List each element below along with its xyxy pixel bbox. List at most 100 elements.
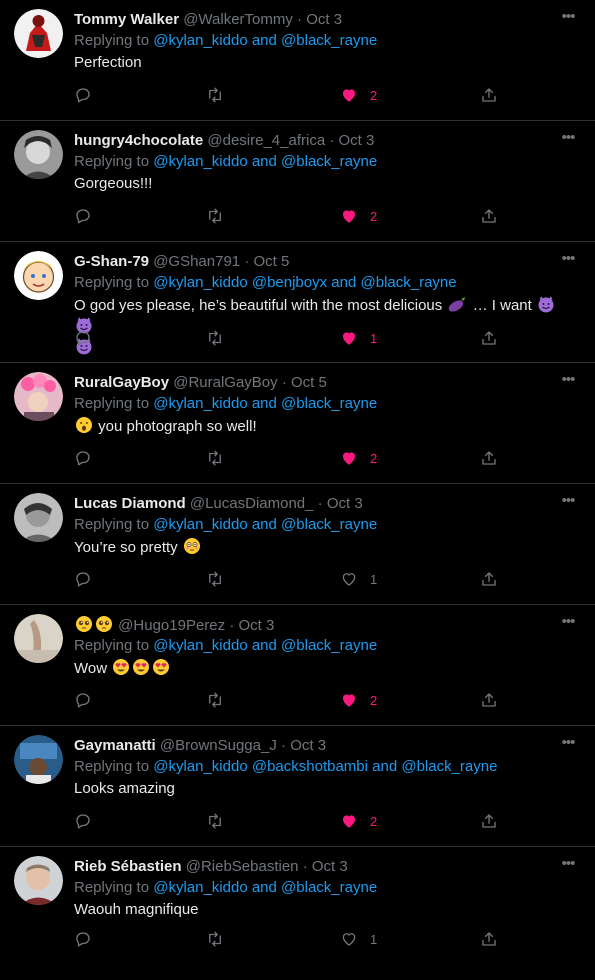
- display-name[interactable]: G-Shan-79: [74, 253, 149, 270]
- reply-tweet[interactable]: hungry4chocolate @desire_4_africa · Oct …: [0, 121, 595, 242]
- retweet-button[interactable]: [205, 448, 225, 468]
- timestamp[interactable]: Oct 3: [238, 617, 274, 634]
- mention-link[interactable]: @kylan_kiddo: [153, 758, 247, 775]
- avatar[interactable]: [14, 735, 63, 784]
- smiling-devil-icon: [538, 296, 554, 313]
- avatar[interactable]: [14, 251, 63, 300]
- reply-tweet[interactable]: RuralGayBoy @RuralGayBoy · Oct 5 ••• Rep…: [0, 363, 595, 484]
- mention-link[interactable]: @kylan_kiddo: [153, 32, 247, 49]
- share-button[interactable]: [480, 929, 498, 949]
- more-options-icon[interactable]: •••: [557, 855, 579, 875]
- avatar[interactable]: [14, 372, 63, 421]
- like-count: 1: [370, 571, 378, 587]
- username[interactable]: @WalkerTommy: [183, 11, 293, 28]
- username[interactable]: @RiebSebastien: [186, 858, 299, 875]
- more-options-icon[interactable]: •••: [557, 129, 579, 149]
- reply-button[interactable]: [74, 690, 92, 710]
- share-button[interactable]: [480, 206, 498, 226]
- retweet-button[interactable]: [205, 690, 225, 710]
- reply-tweet[interactable]: Gaymanatti @BrownSugga_J · Oct 3 ••• Rep…: [0, 726, 595, 847]
- reply-tweet[interactable]: G-Shan-79 @GShan791 · Oct 5 ••• Replying…: [0, 242, 595, 363]
- more-options-icon[interactable]: •••: [557, 613, 579, 633]
- display-name[interactable]: Tommy Walker: [74, 11, 179, 28]
- more-options-icon[interactable]: •••: [557, 734, 579, 754]
- like-button[interactable]: 2: [340, 206, 377, 226]
- display-name[interactable]: RuralGayBoy: [74, 374, 169, 391]
- like-button[interactable]: 2: [340, 811, 377, 831]
- reply-button[interactable]: [74, 206, 92, 226]
- avatar[interactable]: [14, 9, 63, 58]
- display-name[interactable]: hungry4chocolate: [74, 132, 203, 149]
- share-button[interactable]: [480, 811, 498, 831]
- avatar[interactable]: [14, 856, 63, 905]
- retweet-button[interactable]: [205, 206, 225, 226]
- like-button[interactable]: 1: [340, 328, 377, 348]
- timestamp[interactable]: Oct 3: [327, 495, 363, 512]
- reply-button[interactable]: [74, 328, 92, 348]
- tweet-header: Tommy Walker @WalkerTommy · Oct 3: [74, 10, 555, 30]
- reply-button[interactable]: [74, 811, 92, 831]
- username[interactable]: @RuralGayBoy: [173, 374, 277, 391]
- timestamp[interactable]: Oct 5: [291, 374, 327, 391]
- retweet-button[interactable]: [205, 929, 225, 949]
- like-button[interactable]: 2: [340, 448, 377, 468]
- more-options-icon[interactable]: •••: [557, 492, 579, 512]
- more-options-icon[interactable]: •••: [557, 250, 579, 270]
- like-button[interactable]: 2: [340, 690, 377, 710]
- mention-link[interactable]: @black_rayne: [361, 274, 457, 291]
- mention-link[interactable]: @backshotbambi: [252, 758, 368, 775]
- mention-link[interactable]: @kylan_kiddo: [153, 153, 247, 170]
- username[interactable]: @BrownSugga_J: [160, 737, 277, 754]
- mention-link[interactable]: @kylan_kiddo: [153, 516, 247, 533]
- timestamp[interactable]: Oct 3: [312, 858, 348, 875]
- reply-button[interactable]: [74, 929, 92, 949]
- share-button[interactable]: [480, 569, 498, 589]
- retweet-button[interactable]: [205, 328, 225, 348]
- share-button[interactable]: [480, 85, 498, 105]
- timestamp[interactable]: Oct 3: [290, 737, 326, 754]
- avatar[interactable]: [14, 130, 63, 179]
- avatar[interactable]: [14, 614, 63, 663]
- reply-button[interactable]: [74, 85, 92, 105]
- more-options-icon[interactable]: •••: [557, 371, 579, 391]
- display-name[interactable]: Gaymanatti: [74, 737, 156, 754]
- mention-link[interactable]: @black_rayne: [281, 516, 377, 533]
- more-options-icon[interactable]: •••: [557, 8, 579, 28]
- reply-tweet[interactable]: Rieb Sébastien @RiebSebastien · Oct 3 ••…: [0, 847, 595, 968]
- share-button[interactable]: [480, 448, 498, 468]
- display-name[interactable]: Lucas Diamond: [74, 495, 186, 512]
- mention-link[interactable]: @benjboyx: [252, 274, 327, 291]
- mention-link[interactable]: @kylan_kiddo: [153, 395, 247, 412]
- reply-button[interactable]: [74, 569, 92, 589]
- share-button[interactable]: [480, 690, 498, 710]
- mention-link[interactable]: @kylan_kiddo: [153, 637, 247, 654]
- mention-link[interactable]: @kylan_kiddo: [153, 274, 247, 291]
- share-button[interactable]: [480, 328, 498, 348]
- mention-link[interactable]: @black_rayne: [281, 637, 377, 654]
- timestamp[interactable]: Oct 5: [253, 253, 289, 270]
- reply-button[interactable]: [74, 448, 92, 468]
- username[interactable]: @GShan791: [153, 253, 240, 270]
- username[interactable]: @Hugo19Perez: [118, 617, 225, 634]
- timestamp[interactable]: Oct 3: [339, 132, 375, 149]
- like-button[interactable]: 1: [340, 929, 377, 949]
- timestamp[interactable]: Oct 3: [306, 11, 342, 28]
- like-button[interactable]: 1: [340, 569, 377, 589]
- username[interactable]: @desire_4_africa: [207, 132, 325, 149]
- reply-tweet[interactable]: Tommy Walker @WalkerTommy · Oct 3 ••• Re…: [0, 0, 595, 121]
- mention-link[interactable]: @black_rayne: [281, 879, 377, 896]
- avatar[interactable]: [14, 493, 63, 542]
- mention-link[interactable]: @black_rayne: [281, 32, 377, 49]
- mention-link[interactable]: @black_rayne: [281, 395, 377, 412]
- like-button[interactable]: 2: [340, 85, 377, 105]
- display-name[interactable]: Rieb Sébastien: [74, 858, 182, 875]
- mention-link[interactable]: @black_rayne: [281, 153, 377, 170]
- mention-link[interactable]: @kylan_kiddo: [153, 879, 247, 896]
- retweet-button[interactable]: [205, 811, 225, 831]
- reply-tweet[interactable]: Lucas Diamond @LucasDiamond_ · Oct 3 •••…: [0, 484, 595, 605]
- retweet-button[interactable]: [205, 85, 225, 105]
- reply-tweet[interactable]: @Hugo19Perez · Oct 3 ••• Replying to @ky…: [0, 605, 595, 726]
- mention-link[interactable]: @black_rayne: [401, 758, 497, 775]
- username[interactable]: @LucasDiamond_: [190, 495, 314, 512]
- retweet-button[interactable]: [205, 569, 225, 589]
